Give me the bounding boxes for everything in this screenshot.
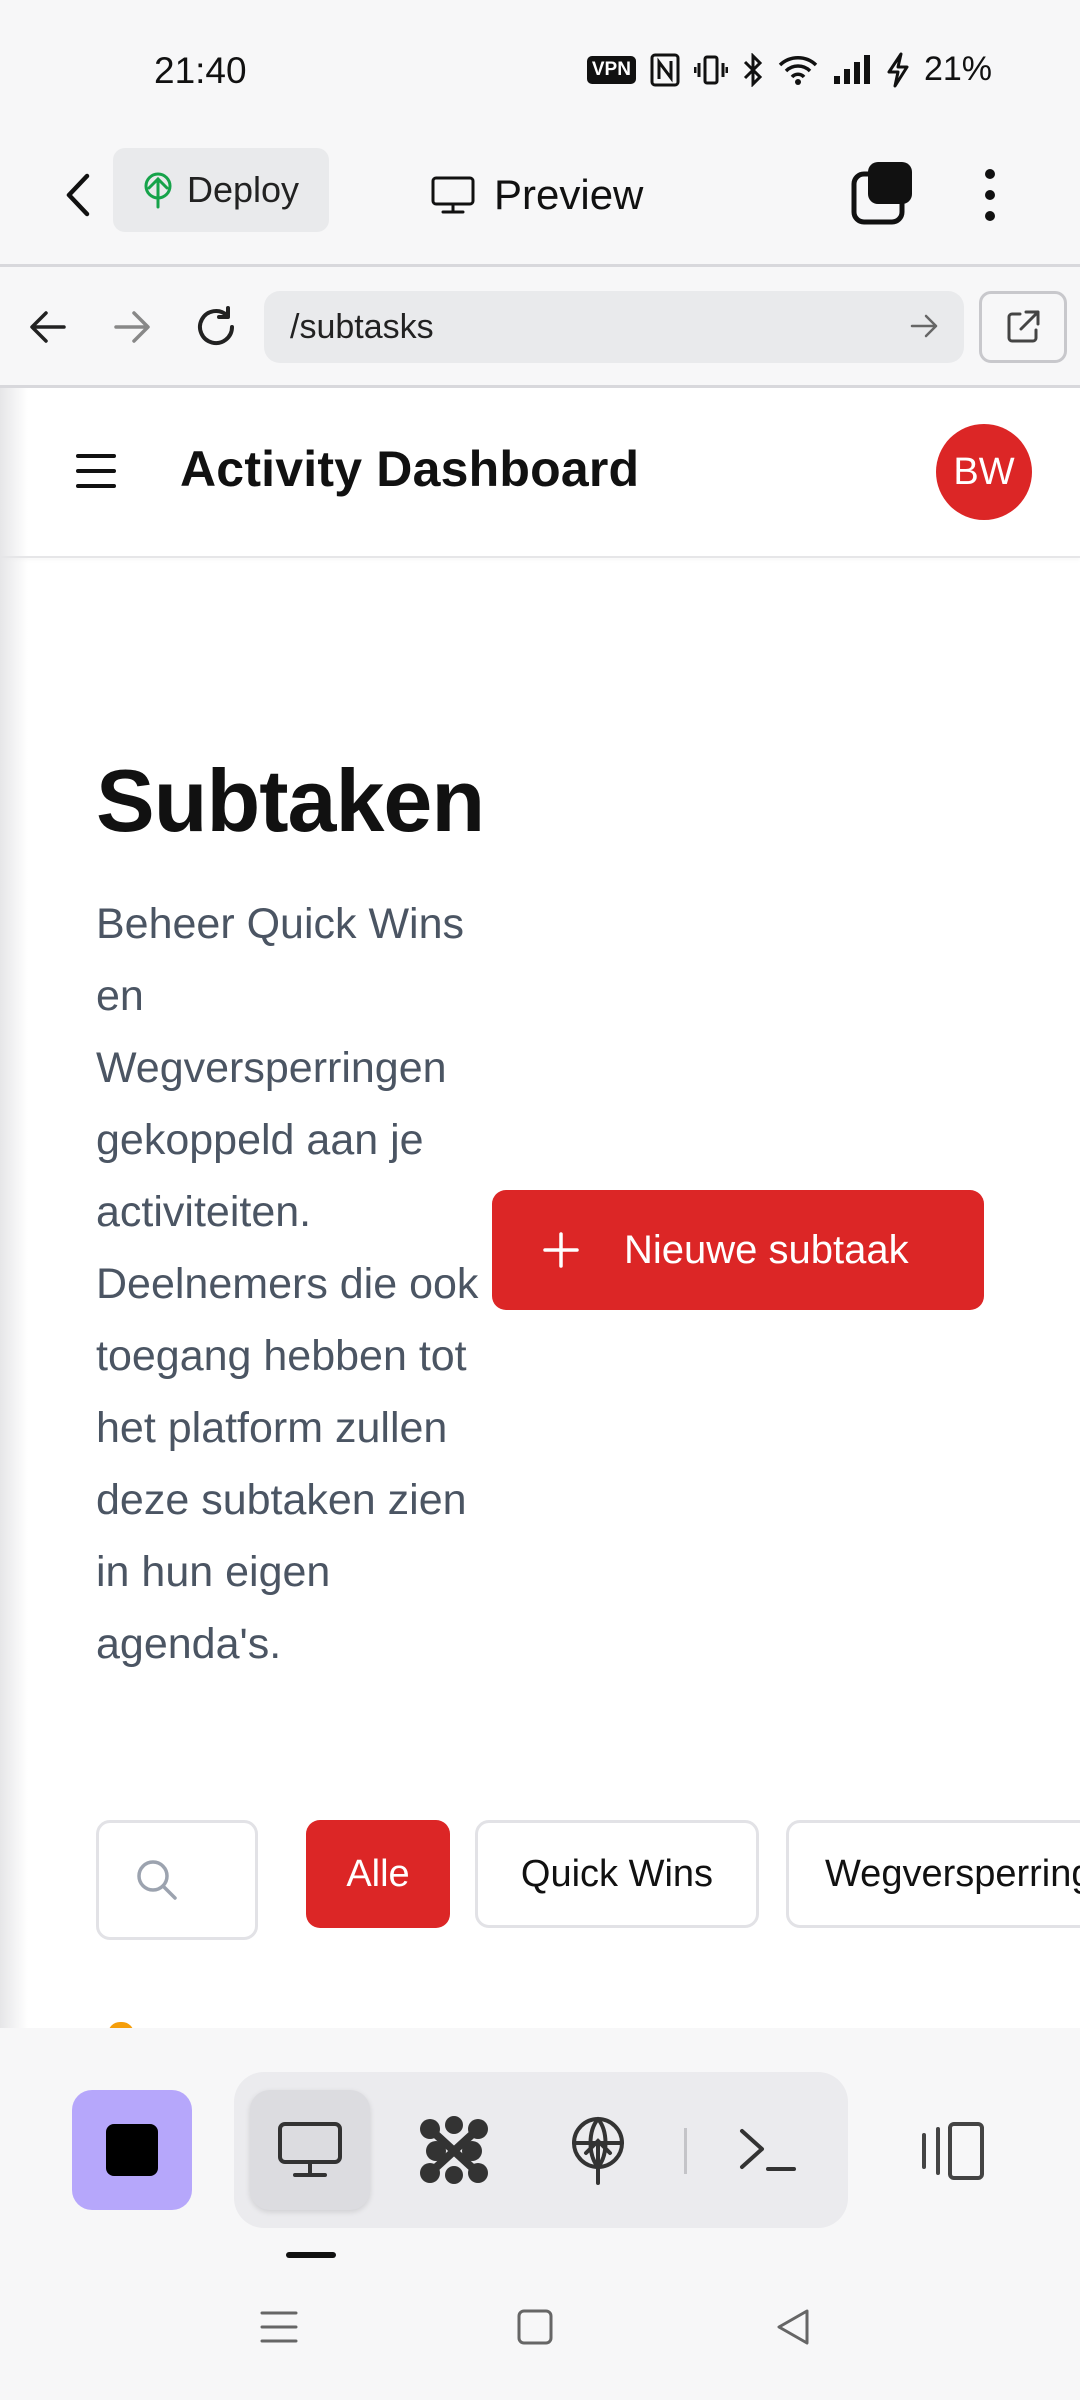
menu-line (76, 454, 116, 458)
new-subtask-label: Nieuwe subtaak (624, 1227, 909, 1272)
more-dot-icon (985, 190, 995, 200)
home-button[interactable] (500, 2292, 570, 2362)
go-arrow-icon[interactable] (908, 309, 942, 343)
more-dot-icon (985, 211, 995, 221)
app-header: Deploy Preview (0, 130, 1080, 267)
browser-back-button[interactable] (18, 297, 78, 357)
page-description: Beheer Quick Wins en Wegversperringen ge… (96, 900, 479, 1668)
filter-chip-all[interactable]: Alle (306, 1820, 450, 1928)
vpn-icon: VPN (586, 55, 636, 84)
back-button[interactable] (52, 160, 104, 230)
back-triangle-icon (777, 2309, 809, 2345)
edge-shadow (0, 388, 28, 2028)
monitor-icon (278, 2122, 342, 2177)
filter-chip-quick-wins[interactable]: Quick Wins (475, 1820, 759, 1928)
reload-button[interactable] (186, 297, 246, 357)
status-time: 21:40 (154, 50, 247, 91)
search-icon (137, 1860, 177, 1900)
tool-console[interactable] (708, 2090, 828, 2210)
battery-level: 21% (923, 50, 992, 88)
browser-forward-button[interactable] (102, 297, 162, 357)
monitor-icon (431, 176, 475, 214)
preview-tab[interactable]: Preview (430, 160, 643, 230)
deploy-button[interactable]: Deploy (113, 148, 329, 232)
preview-label: Preview (494, 171, 644, 218)
charging-icon (886, 52, 910, 88)
stop-button[interactable] (72, 2090, 192, 2210)
url-text: /subtasks (290, 307, 434, 346)
tool-group (234, 2072, 848, 2228)
tool-workflow[interactable] (394, 2090, 514, 2210)
tool-separator (684, 2128, 687, 2174)
system-back-button[interactable] (758, 2292, 828, 2362)
status-bar: 21:40 VPN 21% (0, 0, 1080, 130)
terminal-icon (740, 2129, 796, 2171)
home-icon (517, 2309, 553, 2345)
filter-chip-roadblocks[interactable]: Wegversperringen (786, 1820, 1080, 1928)
reload-icon (198, 306, 234, 345)
system-nav-bar (0, 2258, 1080, 2400)
tabs-button[interactable] (850, 158, 916, 228)
wifi-icon (778, 54, 818, 86)
site-header: Activity Dashboard BW (0, 388, 1080, 558)
arrow-right-icon (114, 311, 150, 343)
more-options-button[interactable] (968, 158, 1012, 232)
status-icons: VPN 21% (586, 50, 992, 89)
recents-button[interactable] (244, 2292, 314, 2362)
bottom-toolbar (0, 2028, 1080, 2258)
device-toggle-button[interactable] (900, 2106, 1000, 2196)
site-title: Activity Dashboard (180, 441, 640, 497)
user-avatar[interactable]: BW (936, 424, 1032, 520)
deploy-icon (144, 172, 172, 209)
new-subtask-button[interactable]: Nieuwe subtaak (492, 1190, 984, 1310)
stop-icon (106, 2124, 158, 2176)
tabs-icon (851, 162, 912, 225)
menu-line (76, 484, 116, 488)
page-title: Subtaken (96, 751, 485, 850)
workflow-icon (420, 2116, 488, 2184)
menu-line (76, 469, 116, 473)
external-link-icon (1007, 310, 1040, 343)
web-content: Activity Dashboard BW Subtaken Beheer Qu… (0, 388, 1080, 2028)
deploy-icon (572, 2117, 624, 2185)
chevron-left-icon (66, 173, 90, 217)
url-input[interactable]: /subtasks (264, 291, 964, 363)
tool-deploy[interactable] (538, 2090, 658, 2210)
plus-icon (543, 1232, 579, 1268)
menu-icon[interactable] (76, 454, 116, 488)
deploy-label: Deploy (187, 169, 300, 210)
nfc-icon (650, 53, 680, 87)
vibrate-icon (693, 53, 728, 87)
arrow-left-icon (30, 311, 66, 343)
more-dot-icon (985, 169, 995, 179)
browser-bar: /subtasks (0, 267, 1080, 388)
devices-icon (922, 2122, 984, 2180)
search-input[interactable] (96, 1820, 258, 1940)
signal-icon (832, 54, 872, 86)
open-external-button[interactable] (979, 291, 1067, 363)
tool-preview[interactable] (250, 2090, 370, 2210)
recents-icon (260, 2311, 298, 2343)
bluetooth-icon (742, 52, 764, 87)
